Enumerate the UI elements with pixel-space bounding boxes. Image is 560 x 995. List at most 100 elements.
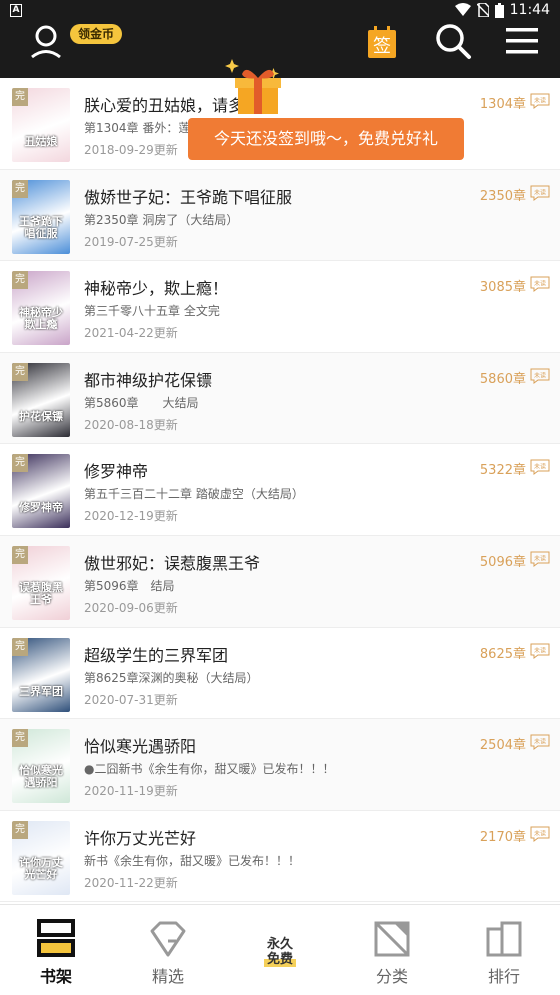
book-title[interactable]: 傲娇世子妃：王爷跪下唱征服	[84, 184, 292, 208]
completed-badge: 完	[12, 545, 28, 564]
latest-chapter: 第2350章 洞房了（大结局）	[84, 212, 239, 227]
update-date: 2021-04-22更新	[84, 326, 178, 341]
search-icon[interactable]	[434, 22, 472, 60]
chapter-count: 3085章	[479, 280, 526, 296]
wifi-icon	[454, 3, 471, 16]
unread-tag-icon: 未读	[530, 826, 550, 842]
book-row[interactable]: 完 许你万丈光芒好 许你万丈光芒好 新书《余生有你，甜又暖》已发布！！！ 202…	[0, 810, 560, 903]
update-date: 2020-07-31更新	[84, 692, 178, 707]
book-cover[interactable]: 完 护花保镖	[12, 362, 70, 437]
book-cover[interactable]: 完 神秘帝少欺上瘾	[12, 271, 70, 346]
unread-tag-icon: 未读	[530, 93, 550, 109]
book-cover[interactable]: 完 丑姑娘	[12, 88, 70, 162]
book-row[interactable]: 完 神秘帝少欺上瘾 神秘帝少，欺上瘾！ 第三千零八十五章 全文完 2021-04…	[0, 261, 560, 353]
no-sim-icon	[476, 3, 489, 17]
unread-tag-icon: 未读	[530, 459, 550, 476]
completed-badge: 完	[12, 454, 28, 473]
book-cover[interactable]: 完 三界军团	[12, 637, 70, 712]
book-title[interactable]: 傲世邪妃：误惹腹黑王爷	[84, 550, 260, 574]
latest-chapter: ●二囧新书《余生有你，甜又暖》已发布！！！	[84, 762, 335, 777]
user-profile-icon[interactable]	[28, 24, 64, 60]
unread-tag-icon: 未读	[530, 185, 550, 201]
latest-chapter: 第五千三百二十二章 踏破虚空（大结局）	[84, 487, 304, 502]
clock: 11:44	[509, 2, 550, 18]
tab-category-label: 分类	[375, 967, 408, 986]
chapter-count: 5860章	[479, 371, 526, 387]
completed-badge: 完	[12, 637, 28, 656]
latest-chapter: 第5860章 大结局	[84, 395, 199, 410]
svg-text:未读: 未读	[534, 97, 546, 105]
chapter-count: 8625章	[479, 646, 526, 662]
app-notification-icon: A	[10, 4, 22, 17]
update-date: 2020-09-06更新	[84, 600, 178, 615]
tab-bookshelf-label: 书架	[39, 967, 72, 986]
update-date: 2020-11-19更新	[84, 784, 178, 799]
completed-badge: 完	[12, 362, 28, 381]
tab-ranking[interactable]: 排行	[448, 905, 560, 995]
svg-text:未读: 未读	[534, 463, 546, 471]
completed-badge: 完	[12, 820, 28, 839]
svg-text:未读: 未读	[534, 280, 546, 288]
book-cover[interactable]: 完 误惹腹黑王爷	[12, 545, 70, 620]
completed-badge: 完	[12, 271, 28, 290]
cover-title: 神秘帝少欺上瘾	[19, 306, 63, 332]
chapter-count: 2504章	[479, 738, 526, 754]
book-row[interactable]: 完 护花保镖 都市神级护花保镖 第5860章 大结局 2020-08-18更新 …	[0, 352, 560, 445]
earn-coins-button[interactable]: 领金币	[70, 24, 123, 44]
unread-tag-icon: 未读	[530, 276, 550, 293]
tab-category[interactable]: 分类	[336, 905, 448, 995]
chapter-count: 2170章	[479, 829, 526, 845]
tab-forever-free-label: 永久免费	[266, 937, 293, 967]
gift-icon[interactable]	[222, 58, 284, 116]
book-title[interactable]: 超级学生的三界军团	[84, 642, 228, 666]
chapter-count: 5322章	[479, 463, 526, 479]
latest-chapter: 第5096章 结局	[84, 578, 175, 593]
svg-text:未读: 未读	[534, 646, 546, 654]
cover-title: 护花保镖	[19, 409, 63, 423]
book-cover[interactable]: 完 王爷跪下唱征服	[12, 179, 70, 254]
book-title[interactable]: 神秘帝少，欺上瘾！	[84, 275, 228, 299]
book-row[interactable]: 完 误惹腹黑王爷 傲世邪妃：误惹腹黑王爷 第5096章 结局 2020-09-0…	[0, 535, 560, 628]
tab-forever-free[interactable]: 永久免费	[224, 905, 336, 995]
cover-title: 丑姑娘	[24, 135, 58, 148]
unread-tag-icon: 未读	[530, 643, 550, 659]
book-title[interactable]: 都市神级护花保镖	[84, 367, 212, 391]
chapter-count: 1304章	[479, 97, 526, 112]
book-cover[interactable]: 完 恰似寒光遇骄阳	[12, 729, 70, 804]
book-title[interactable]: 恰似寒光遇骄阳	[84, 733, 196, 757]
bookshelf-list: 完 丑姑娘 朕心爱的丑姑娘，请多指教 第1304章 番外：莲叶何田田 2018-…	[0, 78, 560, 904]
unread-tag-icon: 未读	[530, 551, 550, 567]
update-date: 2020-12-19更新	[84, 509, 178, 524]
tab-bookshelf[interactable]: 书架	[0, 905, 112, 995]
book-row[interactable]: 完 恰似寒光遇骄阳 恰似寒光遇骄阳 ●二囧新书《余生有你，甜又暖》已发布！！！ …	[0, 719, 560, 811]
completed-badge: 完	[12, 179, 28, 198]
chapter-count: 5096章	[479, 554, 526, 570]
svg-text:未读: 未读	[534, 188, 546, 196]
category-icon	[374, 921, 410, 957]
book-row[interactable]: 完 王爷跪下唱征服 傲娇世子妃：王爷跪下唱征服 第2350章 洞房了（大结局） …	[0, 169, 560, 262]
book-row[interactable]: 完 修罗神帝 修罗神帝 第五千三百二十二章 踏破虚空（大结局） 2020-12-…	[0, 444, 560, 536]
update-date: 2020-11-22更新	[84, 875, 178, 890]
cover-title: 许你万丈光芒好	[19, 855, 63, 881]
sign-in-reminder-popup[interactable]: 今天还没签到哦～，免费兑好礼	[188, 118, 464, 160]
completed-badge: 完	[12, 88, 28, 106]
unread-tag-icon: 未读	[530, 368, 550, 384]
latest-chapter: 新书《余生有你，甜又暖》已发布！！！	[84, 853, 301, 868]
completed-badge: 完	[12, 729, 28, 748]
unread-tag-icon: 未读	[530, 734, 550, 751]
book-cover[interactable]: 完 许你万丈光芒好	[12, 820, 70, 895]
daily-sign-in-icon[interactable]: 签	[366, 24, 398, 60]
book-cover[interactable]: 完 修罗神帝	[12, 454, 70, 529]
book-row[interactable]: 完 三界军团 超级学生的三界军团 第8625章深渊的奥秘（大结局） 2020-0…	[0, 627, 560, 720]
book-title[interactable]: 许你万丈光芒好	[84, 825, 196, 849]
bookshelf-icon	[37, 919, 75, 957]
svg-text:未读: 未读	[534, 554, 546, 562]
book-title[interactable]: 修罗神帝	[84, 458, 148, 482]
tab-featured[interactable]: 精选	[112, 905, 224, 995]
update-date: 2018-09-29更新	[84, 143, 178, 157]
menu-icon[interactable]	[506, 26, 538, 56]
status-bar: A 11:44	[0, 0, 560, 22]
svg-text:未读: 未读	[534, 738, 546, 746]
update-date: 2020-08-18更新	[84, 417, 178, 432]
tab-ranking-label: 排行	[487, 967, 520, 986]
